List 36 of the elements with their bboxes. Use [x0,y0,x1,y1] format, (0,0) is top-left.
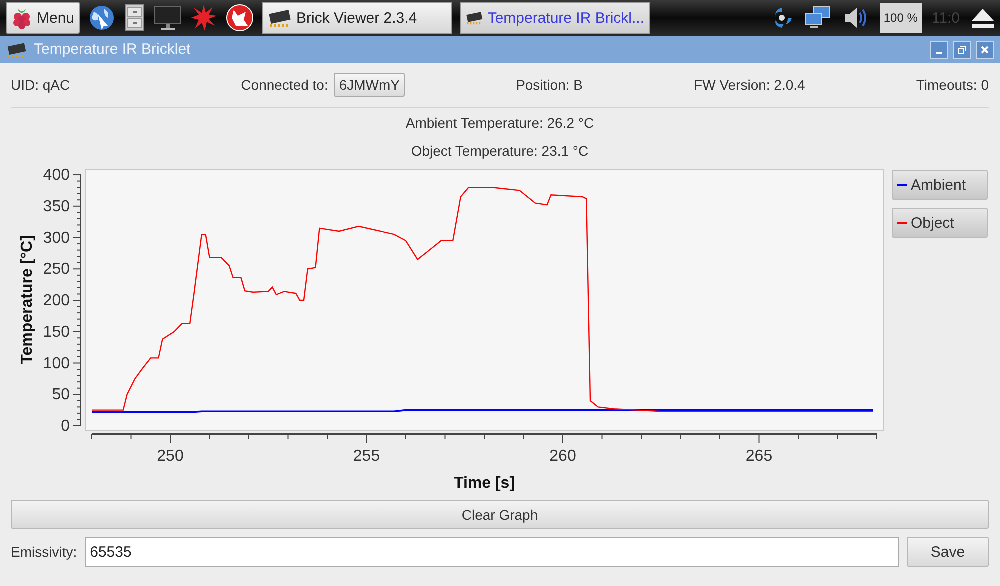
y-tick-label: 250 [43,261,70,278]
uid-label: UID: qAC [11,77,70,93]
connected-label: Connected to: [241,77,328,93]
task-button[interactable]: Brick Viewer 2.3.4 [262,2,452,34]
legend-button[interactable]: Ambient [892,170,988,200]
task-button[interactable]: Temperature IR Brickl... [460,2,650,34]
y-tick-label: 200 [43,292,70,310]
save-button[interactable]: Save [907,537,989,567]
emissivity-label: Emissivity: [11,544,78,560]
menu-button[interactable]: Menu [6,2,80,34]
timeouts-label: Timeouts: 0 [916,77,989,93]
y-tick-label: 100 [43,355,70,372]
window-title: Temperature IR Bricklet [34,41,191,58]
firmware-version-label: FW Version: 2.0.4 [694,77,806,93]
y-tick-label: 0 [61,418,70,435]
clear-graph-button[interactable]: Clear Graph [11,500,989,529]
y-tick-label: 400 [43,167,70,184]
emissivity-field[interactable]: 65535 [85,537,899,567]
x-tick-label: 250 [157,448,184,465]
x-tick-label: 265 [746,448,773,465]
temperature-reading: Ambient Temperature: 26.2 °C [404,114,596,133]
x-axis-title: Time [s] [454,475,516,492]
legend-label: Ambient [911,176,966,194]
connected-uid-button[interactable]: 6JMWmY [334,73,406,97]
legend-label: Object [911,214,954,232]
y-tick-label: 150 [43,324,70,341]
y-tick-label: 350 [43,198,70,216]
temperature-reading: Object Temperature: 23.1 °C [410,142,590,161]
cpu-usage[interactable]: 100 % [880,3,922,33]
position-label: Position: B [516,77,583,93]
y-tick-label: 300 [43,230,70,247]
x-tick-label: 255 [353,448,380,465]
y-axis-title: Temperature [°C] [19,236,36,364]
y-tick-label: 50 [52,386,70,404]
x-tick-label: 260 [550,448,576,465]
legend-button[interactable]: Object [892,208,988,238]
